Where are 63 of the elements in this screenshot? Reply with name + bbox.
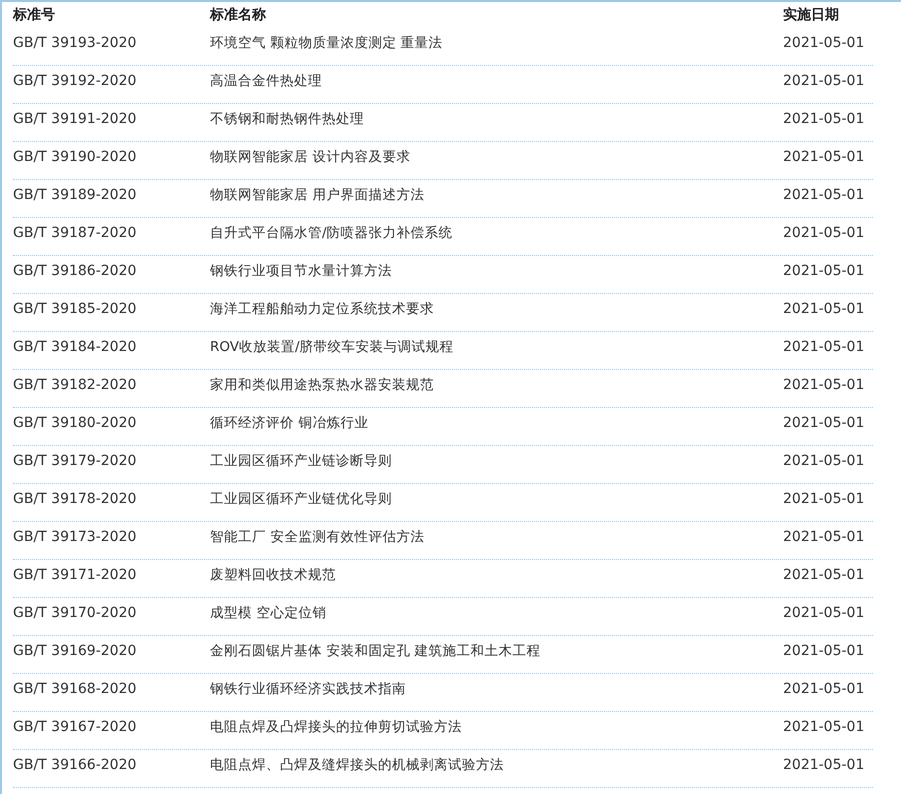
table-cell-text: GB/T 39187-2020 — [13, 224, 138, 243]
table-cell-text: 自升式平台隔水管/防喷器张力补偿系统 — [210, 224, 454, 244]
table-cell-text: GB/T 39178-2020 — [13, 490, 138, 509]
table-cell-text: GB/T 39180-2020 — [13, 414, 138, 433]
table-cell-text: 金刚石圆锯片基体 安装和固定孔 建筑施工和土木工程 — [210, 642, 542, 662]
table-cell-text: 工业园区循环产业链优化导则 — [210, 490, 393, 510]
table-cell-text: 2021-05-01 — [783, 642, 864, 661]
table-cell-text: 钢铁行业循环经济实践技术指南 — [210, 680, 407, 700]
table-cell-text: GB/T 39179-2020 — [13, 452, 138, 471]
table-cell-text: 成型模 空心定位销 — [210, 604, 328, 624]
table-cell-text: GB/T 39185-2020 — [13, 300, 138, 319]
table-cell-text: 高温合金件热处理 — [210, 72, 323, 92]
table-cell-text: 物联网智能家居 用户界面描述方法 — [210, 186, 426, 206]
table-cell-text: GB/T 39168-2020 — [13, 680, 138, 699]
table-cell-text: 2021-05-01 — [783, 756, 864, 775]
table-cell-text: 2021-05-01 — [783, 300, 864, 319]
table-cell-text: 2021-05-01 — [783, 604, 864, 623]
table-cell-text: 2021-05-01 — [783, 414, 864, 433]
table-cell-text: GB/T 39166-2020 — [13, 756, 138, 775]
table-cell-text: 2021-05-01 — [783, 148, 864, 167]
table-cell-text: 2021-05-01 — [783, 110, 864, 129]
table-cell-text: 2021-05-01 — [783, 376, 864, 395]
table-cell-text: 2021-05-01 — [783, 680, 864, 699]
table-cell-text: 家用和类似用途热泵热水器安装规范 — [210, 376, 435, 396]
table-cell-text: 2021-05-01 — [783, 338, 864, 357]
table-cell-text: GB/T 39193-2020 — [13, 34, 138, 53]
table-cell-text: 钢铁行业项目节水量计算方法 — [210, 262, 393, 282]
table-cell-text: 2021-05-01 — [783, 186, 864, 205]
table-cell-text: 2021-05-01 — [783, 566, 864, 585]
table-cell-text: 2021-05-01 — [783, 718, 864, 737]
table-cell-text: 工业园区循环产业链诊断导则 — [210, 452, 393, 472]
table-cell-text: GB/T 39170-2020 — [13, 604, 138, 623]
table-cell-text: 环境空气 颗粒物质量浓度测定 重量法 — [210, 34, 444, 54]
table-cell-text: 2021-05-01 — [783, 34, 864, 53]
column-header: 标准名称 — [210, 6, 267, 24]
table-cell-text: 2021-05-01 — [783, 490, 864, 509]
column-header: 实施日期 — [783, 6, 839, 24]
table-cell-text: GB/T 39182-2020 — [13, 376, 138, 395]
table-cell-text: 废塑料回收技术规范 — [210, 566, 337, 586]
table-cell-text: 不锈钢和耐热钢件热处理 — [210, 110, 365, 130]
table-cell-text: GB/T 39169-2020 — [13, 642, 138, 661]
table-cell-text: GB/T 39184-2020 — [13, 338, 138, 357]
table-cell-text: GB/T 39186-2020 — [13, 262, 138, 281]
table-cell-text: 2021-05-01 — [783, 224, 864, 243]
table-cell-text: GB/T 39171-2020 — [13, 566, 138, 585]
table-cell-text: 海洋工程船舶动力定位系统技术要求 — [210, 300, 435, 320]
table-cell-text: 2021-05-01 — [783, 72, 864, 91]
table-cell-text: GB/T 39173-2020 — [13, 528, 138, 547]
table-cell-text: 循环经济评价 铜冶炼行业 — [210, 414, 370, 434]
table-cell-text: 2021-05-01 — [783, 262, 864, 281]
column-header: 标准号 — [13, 6, 56, 24]
table-cell-text: 智能工厂 安全监测有效性评估方法 — [210, 528, 426, 548]
table-cell-text: 电阻点焊及凸焊接头的拉伸剪切试验方法 — [210, 718, 463, 738]
table-cell-text: 电阻点焊、凸焊及缝焊接头的机械剥离试验方法 — [210, 756, 505, 776]
table-cell-text: 2021-05-01 — [783, 452, 864, 471]
table-cell-text: GB/T 39191-2020 — [13, 110, 138, 129]
table-cell-text: ROV收放装置/脐带绞车安装与调试规程 — [210, 338, 455, 358]
table-cell-text: 2021-05-01 — [783, 528, 864, 547]
table-cell-text: GB/T 39167-2020 — [13, 718, 138, 737]
table-cell-text: GB/T 39189-2020 — [13, 186, 138, 205]
table-cell-text: GB/T 39190-2020 — [13, 148, 138, 167]
table-cell-text: GB/T 39192-2020 — [13, 72, 138, 91]
table-cell-text: 物联网智能家居 设计内容及要求 — [210, 148, 412, 168]
